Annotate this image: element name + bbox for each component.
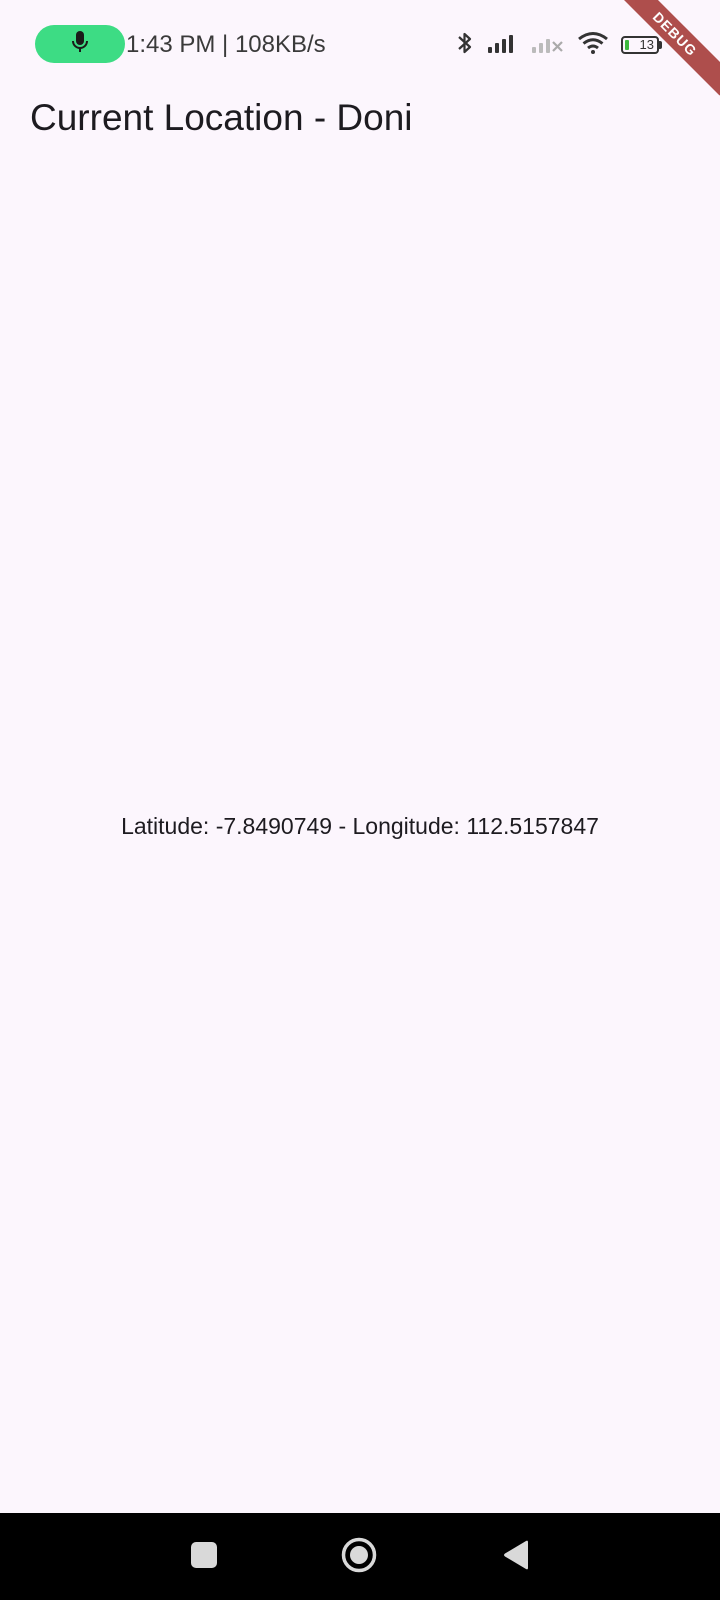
battery-level: 13 [639, 37, 654, 52]
signal-icon [487, 32, 519, 59]
home-icon [340, 1536, 378, 1579]
home-button[interactable] [337, 1535, 381, 1579]
status-time-speed: 1:43 PM | 108KB/s [126, 31, 326, 58]
mic-indicator[interactable] [35, 25, 125, 63]
mic-icon [71, 30, 89, 59]
bluetooth-icon [455, 30, 475, 61]
page-title: Current Location - Doni [30, 97, 413, 138]
status-bar: 1:43 PM | 108KB/s 13 [0, 0, 720, 90]
battery-icon: 13 [621, 36, 662, 54]
navigation-bar [0, 1513, 720, 1600]
back-button[interactable] [494, 1535, 538, 1579]
recents-button[interactable] [182, 1535, 226, 1579]
location-text: Latitude: -7.8490749 - Longitude: 112.51… [121, 813, 599, 839]
wifi-icon [577, 31, 609, 60]
back-icon [502, 1540, 530, 1575]
recents-icon [190, 1541, 218, 1574]
status-icons: 13 [455, 30, 662, 60]
signal-off-icon [531, 32, 565, 59]
